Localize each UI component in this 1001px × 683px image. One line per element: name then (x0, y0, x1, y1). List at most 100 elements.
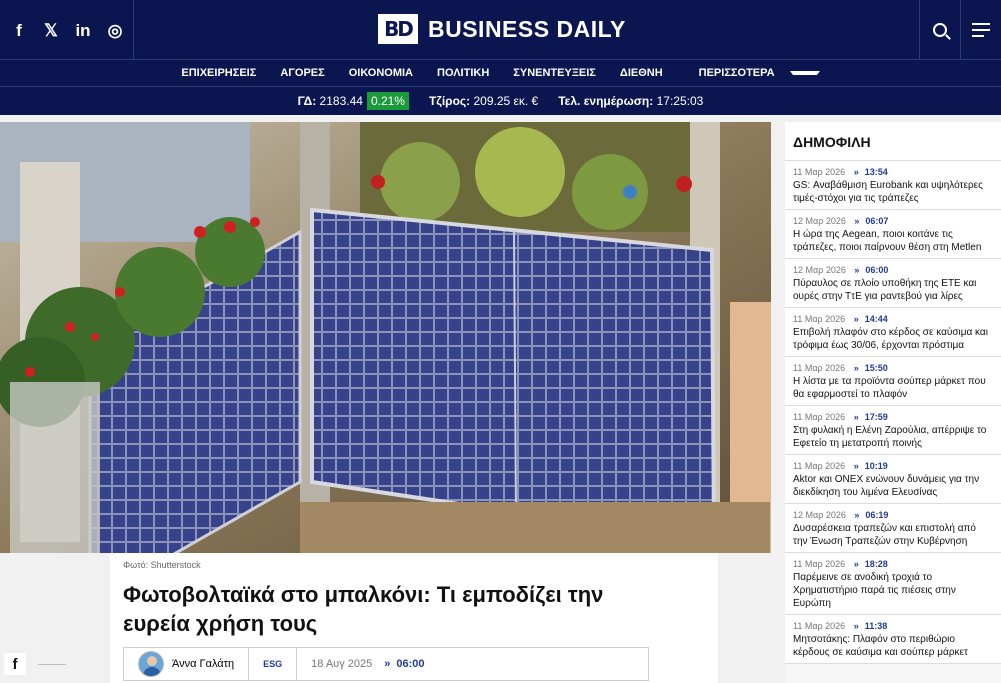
popular-time-text: 11:38 (864, 621, 888, 631)
popular-time-text: 06:19 (865, 510, 889, 520)
popular-item[interactable]: 11 Μαρ 2026 » 10:19 Aktor και ΟΝΕΧ ενώνουν… (785, 455, 1001, 504)
popular-date-text: 11 Μαρ 2026 (793, 412, 846, 422)
popular-item-date: 11 Μαρ 2026 » 10:19 (793, 461, 993, 471)
popular-date-text: 11 Μαρ 2026 (793, 621, 846, 631)
article-headline: Φωτοβολταϊκά στο μπαλκόνι: Τι εμποδίζει … (123, 582, 604, 636)
popular-date-text: 12 Μαρ 2026 (793, 265, 846, 275)
top-header: f 𝕏 in ◎ BD BUSINESS DAILY (0, 0, 1001, 60)
popular-item-title[interactable]: Επιβολή πλαφόν στο κέρδος σε καύσιμα και… (793, 326, 993, 352)
popular-time-text: 17:59 (864, 412, 888, 422)
popular-item[interactable]: 11 Μαρ 2026 » 17:59 Στη φυλακή η Ελένη Ζαρ… (785, 406, 1001, 455)
popular-item[interactable]: 11 Μαρ 2026 » 11:38 Μητσοτάκης: Πλαφόν στο… (785, 615, 1001, 664)
double-chevron-icon: » (853, 412, 859, 422)
popular-item[interactable]: 12 Μαρ 2026 » 06:00 Πύραυλος σε πλοίο υποθ… (785, 259, 1001, 308)
index-value: 2183.44 (319, 94, 363, 108)
double-chevron-icon: » (854, 265, 860, 275)
popular-sidebar: ΔΗΜΟΦΙΛΗ 11 Μαρ 2026 » 13:54 GS: Αναβάθμισ… (785, 122, 1001, 683)
nav-more-label: ΠΕΡΙΣΣΟΤΕΡΑ (698, 67, 775, 79)
update-label: Τελ. ενημέρωση: (558, 94, 654, 108)
category-tag[interactable]: ESG (249, 648, 298, 680)
popular-item[interactable]: 12 Μαρ 2026 » 06:07 Η ώρα της Aegean, ποιο… (785, 210, 1001, 259)
nav-item-synenteuxeis[interactable]: ΣΥΝΕΝΤΕΥΞΕΙΣ (501, 60, 608, 86)
solar-balcony-photo (0, 122, 771, 553)
popular-item-title[interactable]: Πύραυλος σε πλοίο υποθήκη της ΕΤΕ και ου… (793, 277, 993, 303)
linkedin-icon[interactable]: in (74, 22, 92, 39)
popular-item[interactable]: 11 Μαρ 2026 » 18:28 Παρέμεινε σε ανοδική τ… (785, 553, 1001, 615)
turnover-readout: Τζίρος: 209.25 εκ. € (429, 94, 538, 108)
popular-item[interactable]: 12 Μαρ 2026 » 06:19 Δυσαρέσκεια τραπεζών κ… (785, 504, 1001, 553)
social-links: f 𝕏 in ◎ (0, 0, 134, 60)
hero-image (0, 122, 771, 553)
popular-item-date: 11 Μαρ 2026 » 15:50 (793, 363, 993, 373)
nav-item-agores[interactable]: ΑΓΟΡΕΣ (268, 60, 336, 86)
chevron-down-icon (789, 71, 820, 76)
share-divider (38, 664, 66, 665)
nav-item-politiki[interactable]: ΠΟΛΙΤΙΚΗ (425, 60, 501, 86)
facebook-icon[interactable]: f (10, 22, 28, 39)
author-avatar (138, 651, 164, 677)
double-chevron-icon: » (854, 510, 860, 520)
market-ticker: ΓΔ: 2183.44 0.21% Τζίρος: 209.25 εκ. € Τε… (0, 87, 1001, 115)
article-time: 06:00 (396, 658, 425, 670)
nav-item-diethni[interactable]: ΔΙΕΘΝΗ (608, 60, 675, 86)
nav-item-epixeiriseis[interactable]: ΕΠΙΧΕΙΡΗΣΕΙΣ (169, 60, 268, 86)
facebook-share-icon[interactable]: f (4, 653, 26, 675)
popular-item-date: 11 Μαρ 2026 » 18:28 (793, 559, 993, 569)
popular-time-text: 06:00 (865, 265, 889, 275)
popular-date-text: 11 Μαρ 2026 (793, 559, 846, 569)
search-button[interactable] (919, 0, 960, 60)
update-readout: Τελ. ενημέρωση: 17:25:03 (558, 94, 703, 108)
author-name: Άννα Γαλάτη (172, 658, 235, 670)
x-icon[interactable]: 𝕏 (42, 22, 60, 39)
popular-date-text: 11 Μαρ 2026 (793, 461, 846, 471)
popular-item-date: 11 Μαρ 2026 » 17:59 (793, 412, 993, 422)
sidebar-title: ΔΗΜΟΦΙΛΗ (785, 122, 1001, 161)
search-icon (933, 23, 947, 37)
site-logo[interactable]: BD BUSINESS DAILY (378, 14, 626, 44)
popular-time-text: 18:28 (864, 559, 888, 569)
popular-item[interactable]: 11 Μαρ 2026 » 14:44 Επιβολή πλαφόν στο κέρ… (785, 308, 1001, 357)
popular-time-text: 13:54 (864, 167, 888, 177)
photo-credit: Φωτό: Shutterstock (123, 560, 201, 570)
popular-item-title[interactable]: Δυσαρέσκεια τραπεζών και επιστολή από τη… (793, 522, 993, 548)
author-block[interactable]: Άννα Γαλάτη (124, 648, 250, 680)
popular-item-title[interactable]: Μητσοτάκης: Πλαφόν στο περιθώριο κέρδους… (793, 633, 993, 659)
popular-date-text: 11 Μαρ 2026 (793, 167, 846, 177)
nav-item-oikonomia[interactable]: ΟΙΚΟΝΟΜΙΑ (337, 60, 425, 86)
logo-mark: BD (378, 14, 418, 44)
logo-text: BUSINESS DAILY (428, 15, 626, 42)
instagram-icon[interactable]: ◎ (106, 22, 124, 39)
turnover-value: 209.25 εκ. € (473, 94, 539, 108)
nav-item-more[interactable]: ΠΕΡΙΣΣΟΤΕΡΑ (675, 60, 832, 86)
popular-time-text: 14:44 (864, 314, 888, 324)
article-date: 18 Αυγ 2025 (311, 658, 373, 670)
popular-item-title[interactable]: GS: Αναβάθμιση Eurobank και υψηλότερες τ… (793, 179, 993, 205)
popular-item-title[interactable]: Παρέμεινε σε ανοδική τροχιά το Χρηματιστ… (793, 571, 993, 610)
index-label: ΓΔ: (297, 94, 317, 108)
popular-item-title[interactable]: Στη φυλακή η Ελένη Ζαρούλια, απέρριψε το… (793, 424, 993, 450)
popular-item-date: 12 Μαρ 2026 » 06:00 (793, 265, 993, 275)
popular-item[interactable]: 11 Μαρ 2026 » 15:50 Η λίστα με τα προϊόντα… (785, 357, 1001, 406)
popular-time-text: 15:50 (864, 363, 888, 373)
index-readout: ΓΔ: 2183.44 0.21% (297, 92, 409, 110)
index-change-badge: 0.21% (366, 92, 409, 110)
popular-time-text: 06:07 (865, 216, 889, 226)
popular-date-text: 11 Μαρ 2026 (793, 314, 846, 324)
popular-item-title[interactable]: Aktor και ΟΝΕΧ ενώνουν δυνάμεις για την … (793, 473, 993, 499)
double-chevron-icon: » (854, 216, 860, 226)
double-chevron-icon: » (853, 461, 859, 471)
double-chevron-icon: » (853, 559, 859, 569)
popular-item-title[interactable]: Η ώρα της Aegean, ποιοι κοιτάνε τις τράπ… (793, 228, 993, 254)
double-chevron-icon: » (853, 363, 859, 373)
popular-item-date: 11 Μαρ 2026 » 13:54 (793, 167, 993, 177)
article-meta: Άννα Γαλάτη ESG 18 Αυγ 2025 » 06:00 (123, 647, 649, 681)
popular-item-date: 12 Μαρ 2026 » 06:19 (793, 510, 993, 520)
turnover-label: Τζίρος: (428, 94, 471, 108)
popular-item[interactable]: 11 Μαρ 2026 » 13:54 GS: Αναβάθμιση Euroban… (785, 161, 1001, 210)
popular-item-date: 12 Μαρ 2026 » 06:07 (793, 216, 993, 226)
menu-button[interactable] (960, 0, 1001, 60)
double-chevron-icon: » (384, 658, 391, 670)
double-chevron-icon: » (853, 621, 859, 631)
popular-item-title[interactable]: Η λίστα με τα προϊόντα σούπερ μάρκετ που… (793, 375, 993, 401)
popular-date-text: 11 Μαρ 2026 (793, 363, 846, 373)
